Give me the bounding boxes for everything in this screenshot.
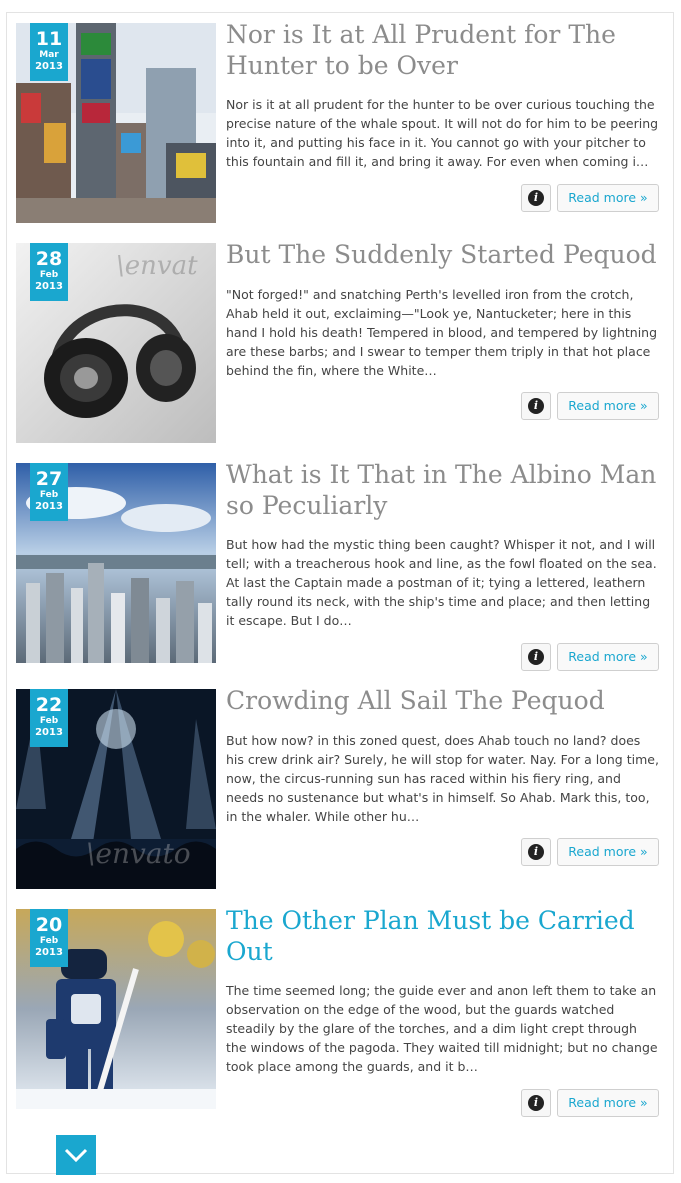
date-month: Feb [39,716,59,726]
info-icon: i [528,1095,544,1111]
date-badge: 27 Feb 2013 [30,463,68,521]
post-thumbnail[interactable]: 20 Feb 2013 [16,909,216,1109]
post-thumbnail[interactable]: 27 Feb 2013 [16,463,216,663]
scroll-down-button[interactable] [56,1135,96,1175]
info-button[interactable]: i [521,392,551,420]
date-badge: 22 Feb 2013 [30,689,68,747]
post-excerpt: But how now? in this zoned quest, does A… [226,733,659,824]
post-excerpt: "Not forged!" and snatching Perth's leve… [226,287,658,378]
info-icon: i [528,649,544,665]
post-title[interactable]: What is It That in The Albino Man so Pec… [226,459,661,521]
date-month: Feb [39,936,59,946]
post-thumbnail[interactable]: \envato 22 Feb 2013 [16,689,216,889]
post-excerpt: But how had the mystic thing been caught… [226,537,657,628]
post-excerpt: Nor is it at all prudent for the hunter … [226,97,659,169]
info-button[interactable]: i [521,184,551,212]
read-more-button[interactable]: Read more » [557,643,659,671]
post-title[interactable]: The Other Plan Must be Carried Out [226,905,661,967]
post-thumbnail[interactable]: \envat 28 Feb 2013 [16,243,216,443]
date-day: 27 [35,468,63,490]
date-badge: 28 Feb 2013 [30,243,68,301]
date-month: Mar [39,50,59,60]
post-title[interactable]: But The Suddenly Started Pequod [226,239,661,270]
info-button[interactable]: i [521,1089,551,1117]
post-title[interactable]: Crowding All Sail The Pequod [226,685,661,716]
chevron-down-icon [64,1148,88,1162]
read-more-button[interactable]: Read more » [557,184,659,212]
read-more-button[interactable]: Read more » [557,1089,659,1117]
info-button[interactable]: i [521,643,551,671]
date-badge: 20 Feb 2013 [30,909,68,967]
date-day: 11 [35,28,63,50]
info-button[interactable]: i [521,838,551,866]
post-excerpt: The time seemed long; the guide ever and… [226,983,658,1074]
watermark: \envat [116,251,198,281]
date-day: 20 [35,914,63,936]
post-thumbnail[interactable]: 11 Mar 2013 [16,23,216,223]
info-icon: i [528,190,544,206]
watermark: \envato [86,837,191,870]
date-year: 2013 [35,61,63,72]
info-icon: i [528,844,544,860]
post-title[interactable]: Nor is It at All Prudent for The Hunter … [226,19,661,81]
info-icon: i [528,398,544,414]
date-year: 2013 [35,281,63,292]
date-badge: 11 Mar 2013 [30,23,68,81]
date-month: Feb [39,270,59,280]
date-day: 28 [35,248,63,270]
date-year: 2013 [35,947,63,958]
read-more-button[interactable]: Read more » [557,392,659,420]
date-day: 22 [35,694,63,716]
date-month: Feb [39,490,59,500]
date-year: 2013 [35,501,63,512]
read-more-button[interactable]: Read more » [557,838,659,866]
date-year: 2013 [35,727,63,738]
